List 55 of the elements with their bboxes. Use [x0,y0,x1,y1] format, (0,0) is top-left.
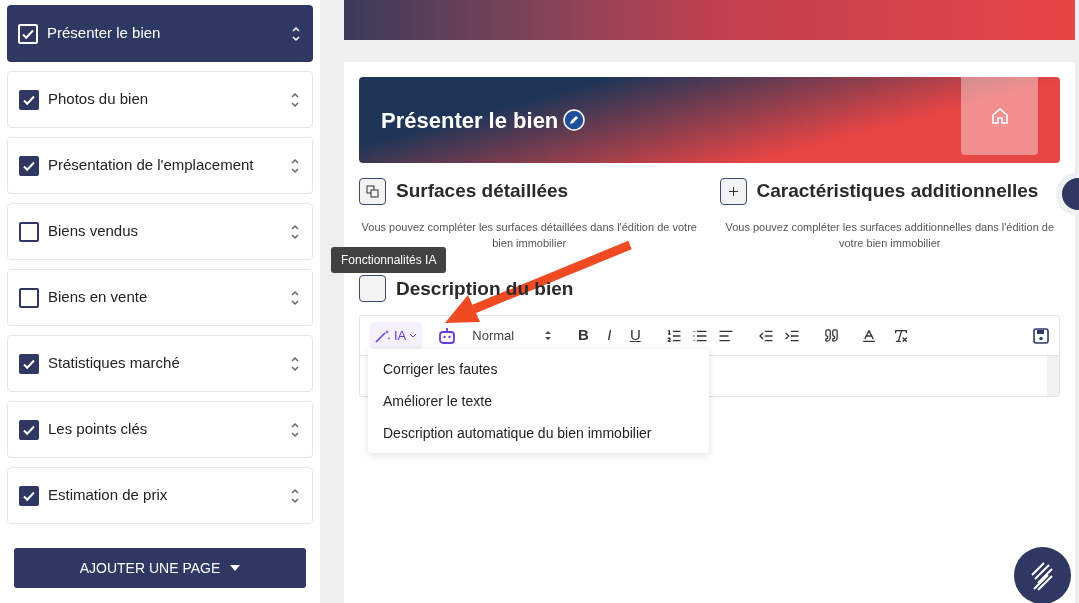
format-select[interactable]: Normal [472,325,553,346]
section-icon-button[interactable] [719,177,747,205]
save-icon[interactable] [1033,327,1049,344]
numbered-list-icon[interactable] [666,327,683,344]
checkbox[interactable] [19,485,39,506]
description-icon[interactable] [359,275,386,303]
page-item[interactable]: Présentation de l'emplacement [7,137,313,194]
page-item[interactable]: Présenter le bien [7,5,313,62]
page-item[interactable]: Statistiques marché [7,335,313,392]
page-item[interactable]: Biens en vente [7,269,313,326]
add-page-button[interactable]: AJOUTER UNE PAGE [14,548,306,588]
checkbox[interactable] [19,353,39,374]
page-label: Photos du bien [48,89,150,110]
section-title: Surfaces détaillées [396,179,569,203]
format-tool[interactable]: I [602,324,617,347]
stripes-icon [1029,560,1056,591]
section-title: Caractéristiques additionnelles [756,179,1039,203]
menu-item[interactable]: Corriger les fautes [368,353,709,385]
page-item[interactable]: Estimation de prix [7,467,313,524]
page-label: Les points clés [48,419,149,440]
section-hint: Vous pouvez compléter les surfaces additionnelles dans l'édition de votre bien immobilier [724,219,1056,251]
page-label: Estimation de prix [48,485,169,506]
menu-item[interactable]: Améliorer le texte [368,385,709,417]
section-icon-button[interactable] [359,177,386,205]
checkbox[interactable] [19,89,39,110]
updown-icon [544,330,553,341]
quote-icon[interactable] [824,328,840,343]
page-item[interactable]: Photos du bien [7,71,313,128]
checkbox[interactable] [19,419,39,440]
tooltip: Fonctionnalités IA [331,246,447,273]
page-label: Statistiques marché [48,353,181,374]
clear-format-icon[interactable] [893,327,910,344]
page-label: Présentation de l'emplacement [48,155,255,176]
format-tool[interactable]: U [628,324,643,347]
page-item[interactable]: Biens vendus [7,203,313,260]
checkbox[interactable] [19,287,39,308]
page-label: Biens en vente [48,287,149,308]
text-color-icon[interactable] [861,327,878,344]
edit-icon[interactable] [563,109,586,131]
caret-icon [230,565,241,571]
home-icon [989,106,1010,126]
plus-icon [727,185,739,197]
menu-item[interactable]: Description automatique du bien immobilier [368,417,709,449]
chevron-icon [409,333,418,338]
robot-icon[interactable] [438,326,457,345]
page-label: Présenter le bien [47,23,162,44]
page-label: Biens vendus [48,221,140,242]
checkbox[interactable] [19,155,39,176]
format-tool[interactable]: B [576,324,591,347]
page-item[interactable]: Les points clés [7,401,313,458]
ia-button[interactable]: IA [370,321,423,350]
banner-title: Présenter le bien [381,106,559,135]
checkbox[interactable] [19,221,39,242]
copy-icon [366,184,379,198]
magic-wand-icon [375,328,391,343]
